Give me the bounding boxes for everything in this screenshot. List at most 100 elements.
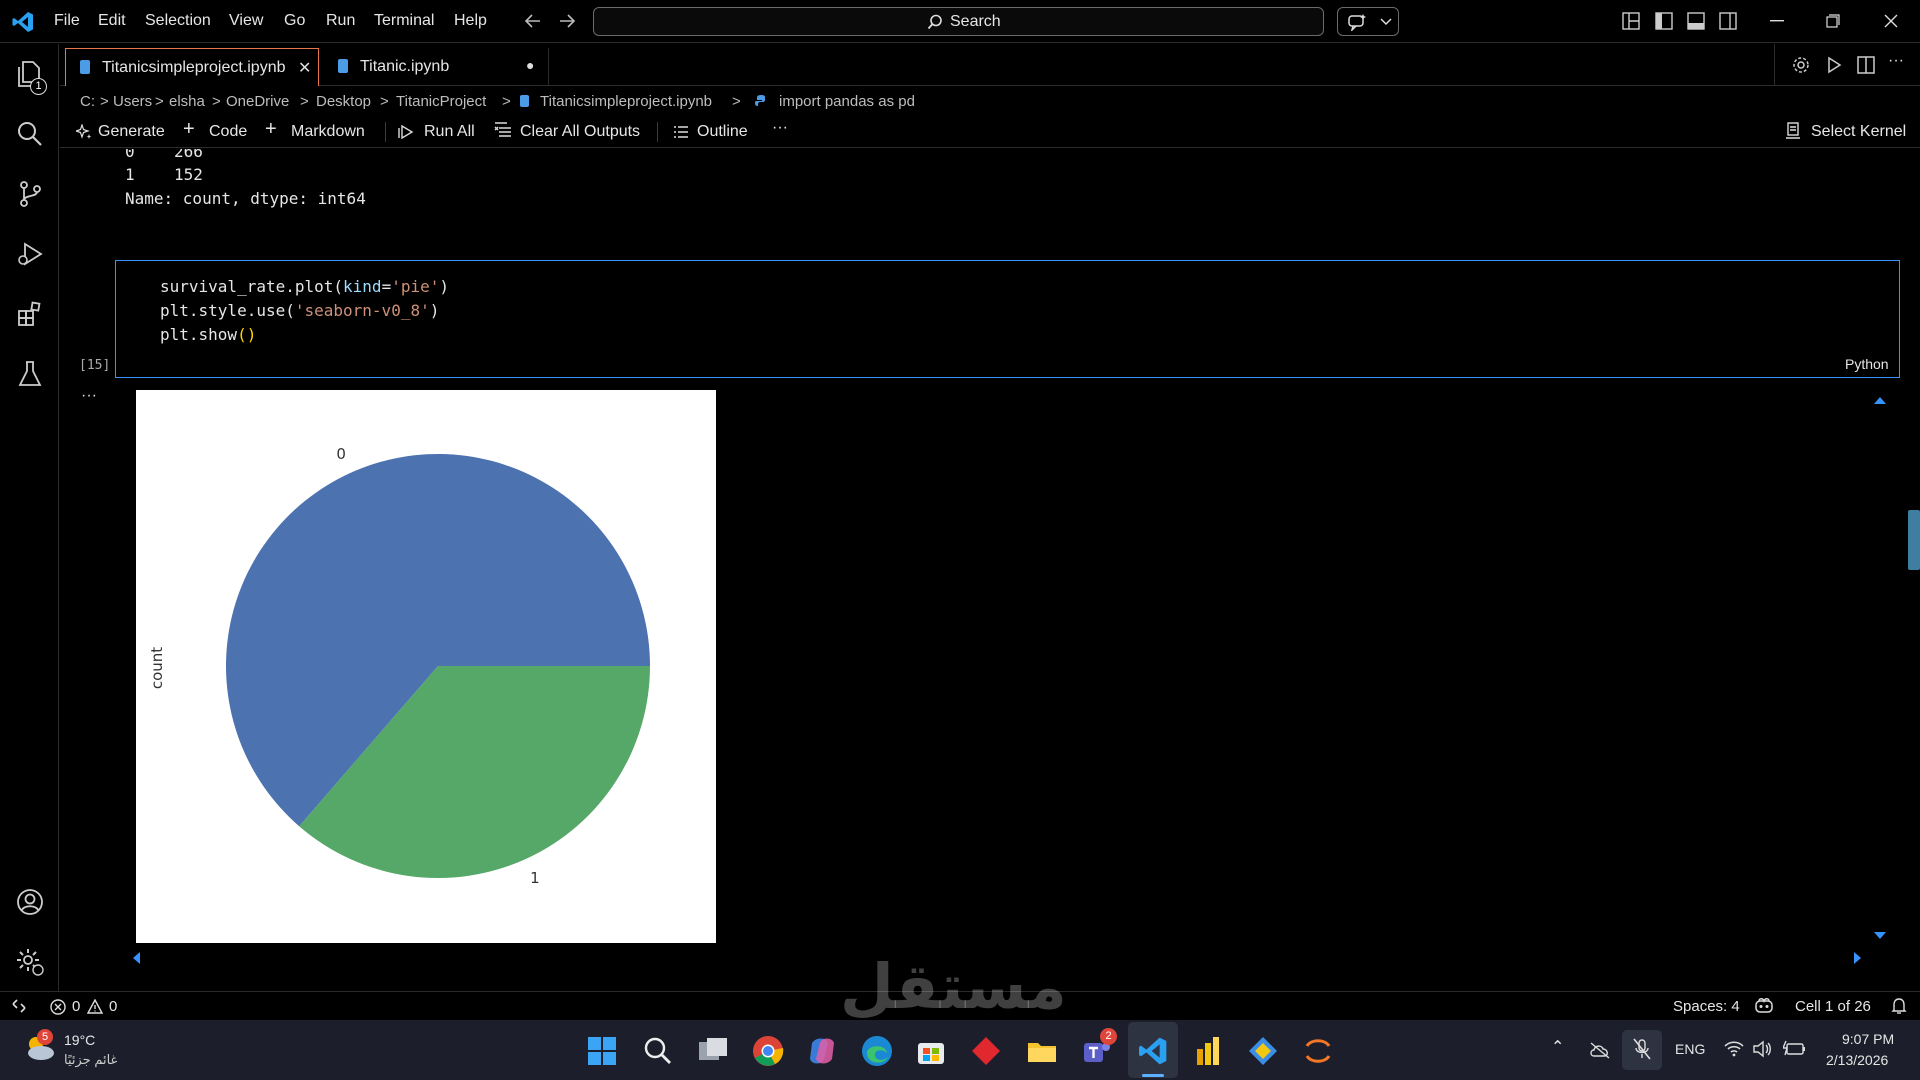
mostaql-watermark: مستقل [840, 950, 1067, 1023]
output-actions-icon[interactable]: ··· [81, 387, 97, 405]
clock-time[interactable]: 9:07 PM [1842, 1031, 1894, 1047]
extensions-icon[interactable] [14, 298, 46, 330]
code-line-1: survival_rate.plot(kind='pie') [160, 277, 449, 296]
search-icon[interactable] [14, 118, 46, 150]
restore-icon[interactable] [1826, 14, 1840, 28]
clock-date[interactable]: 2/13/2026 [1826, 1052, 1888, 1068]
menu-view[interactable]: View [229, 12, 263, 30]
jupyter-icon[interactable] [1303, 1035, 1333, 1067]
testing-flask-icon[interactable] [14, 358, 46, 390]
tab-actions-divider [1774, 44, 1775, 86]
input-language[interactable]: ENG [1675, 1041, 1705, 1057]
back-arrow-icon[interactable] [524, 13, 542, 29]
red-diamond-app-icon[interactable] [970, 1035, 1002, 1067]
kernel-icon [1786, 122, 1800, 139]
menu-terminal[interactable]: Terminal [374, 12, 434, 30]
breadcrumb-elsha[interactable]: elsha [169, 93, 205, 110]
vscode-taskbar-icon[interactable] [1137, 1035, 1169, 1067]
generate-button[interactable]: Generate [98, 123, 165, 141]
indentation-status[interactable]: Spaces: 4 [1673, 998, 1740, 1015]
breadcrumb-separator: > [502, 93, 511, 110]
breadcrumb-desktop[interactable]: Desktop [316, 93, 371, 110]
editor-tab-bar: Titanicsimpleproject.ipynb ✕ Titanic.ipy… [60, 44, 1920, 86]
task-view-icon[interactable] [697, 1036, 729, 1066]
command-center-search[interactable]: Search [593, 7, 1324, 36]
cell-language-label[interactable]: Python [1845, 356, 1889, 372]
more-toolbar-actions[interactable]: ··· [772, 119, 788, 137]
add-markdown-button[interactable]: Markdown [291, 123, 365, 141]
breadcrumb-titanicproject[interactable]: TitanicProject [396, 93, 486, 110]
toggle-secondary-sidebar-icon[interactable] [1719, 12, 1737, 30]
onedrive-offline-icon[interactable] [1589, 1041, 1611, 1059]
breadcrumb-drive[interactable]: C: [80, 93, 95, 110]
notifications-bell-icon[interactable] [1891, 997, 1907, 1015]
breadcrumb-users[interactable]: Users [113, 93, 152, 110]
menu-help[interactable]: Help [454, 12, 487, 30]
microsoft-store-icon[interactable] [915, 1035, 947, 1067]
taskbar-search-icon[interactable] [643, 1036, 673, 1066]
scroll-up-arrow-icon[interactable] [1873, 395, 1887, 405]
search-label: Search [950, 13, 1001, 30]
error-count[interactable]: 0 [72, 998, 80, 1015]
remote-icon[interactable] [11, 998, 27, 1014]
toggle-primary-sidebar-icon[interactable] [1655, 12, 1673, 30]
manage-gear-icon[interactable] [14, 946, 46, 978]
run-icon[interactable] [1825, 56, 1843, 74]
show-hidden-icons-chevron[interactable]: ⌃ [1551, 1037, 1564, 1057]
outline-button[interactable]: Outline [697, 123, 748, 141]
close-window-icon[interactable] [1884, 14, 1898, 28]
tab-titanic[interactable]: Titanic.ipynb ● [324, 48, 549, 86]
file-explorer-icon[interactable] [1026, 1035, 1058, 1067]
breadcrumb-cell[interactable]: import pandas as pd [779, 93, 915, 110]
split-editor-icon[interactable] [1857, 56, 1875, 74]
scroll-right-arrow-icon[interactable] [1853, 951, 1863, 965]
more-actions-icon[interactable]: ··· [1888, 52, 1904, 70]
gear-icon[interactable] [1792, 56, 1810, 74]
git-gui-icon[interactable] [1247, 1035, 1279, 1067]
tab-titanicsimpleproject[interactable]: Titanicsimpleproject.ipynb ✕ [65, 48, 319, 86]
vertical-scrollbar-thumb[interactable] [1908, 510, 1920, 570]
code-token: kind [343, 277, 382, 296]
weather-temp: 19°C [64, 1032, 96, 1048]
cell-position-status[interactable]: Cell 1 of 26 [1795, 998, 1871, 1015]
power-bi-icon[interactable] [1193, 1035, 1223, 1067]
source-control-icon[interactable] [14, 178, 46, 210]
close-tab-icon[interactable]: ✕ [298, 58, 311, 78]
breadcrumb-notebook[interactable]: Titanicsimpleproject.ipynb [540, 93, 712, 110]
minimize-icon[interactable] [1770, 20, 1784, 22]
clear-all-outputs-button[interactable]: Clear All Outputs [520, 123, 640, 141]
add-code-button[interactable]: Code [209, 123, 247, 141]
battery-charging-icon[interactable] [1783, 1040, 1805, 1058]
forward-arrow-icon[interactable] [558, 13, 576, 29]
menu-selection[interactable]: Selection [145, 12, 211, 30]
menu-file[interactable]: File [54, 12, 80, 30]
chrome-icon[interactable] [752, 1035, 784, 1067]
breadcrumb-onedrive[interactable]: OneDrive [226, 93, 289, 110]
wifi-icon[interactable] [1724, 1041, 1744, 1057]
add-code-plus-icon: + [183, 118, 195, 140]
python-cell-icon [755, 95, 765, 106]
scroll-left-arrow-icon[interactable] [131, 951, 141, 965]
customize-layout-icon[interactable] [1622, 12, 1640, 30]
volume-icon[interactable] [1752, 1040, 1772, 1058]
copilot-status-icon[interactable] [1754, 997, 1774, 1015]
unsaved-dot-icon[interactable]: ● [526, 57, 534, 73]
select-kernel-button[interactable]: Select Kernel [1811, 123, 1906, 141]
windows-start-icon[interactable] [587, 1036, 617, 1066]
run-all-button[interactable]: Run All [424, 123, 475, 141]
menu-edit[interactable]: Edit [98, 12, 126, 30]
scroll-down-arrow-icon[interactable] [1873, 931, 1887, 941]
edge-icon[interactable] [861, 1035, 893, 1067]
copilot-chat-button[interactable] [1337, 7, 1399, 36]
warning-count[interactable]: 0 [109, 998, 117, 1015]
tab-label: Titanic.ipynb [360, 58, 450, 75]
run-debug-icon[interactable] [14, 238, 46, 270]
code-token: plt.show [160, 325, 238, 344]
menu-run[interactable]: Run [326, 12, 355, 30]
toggle-panel-icon[interactable] [1687, 12, 1705, 30]
microphone-muted-icon[interactable] [1633, 1038, 1651, 1060]
code-cell-editor[interactable]: survival_rate.plot(kind='pie') plt.style… [115, 260, 1900, 378]
accounts-icon[interactable] [14, 886, 46, 918]
menu-go[interactable]: Go [284, 12, 305, 30]
copilot-app-icon[interactable] [806, 1035, 838, 1067]
